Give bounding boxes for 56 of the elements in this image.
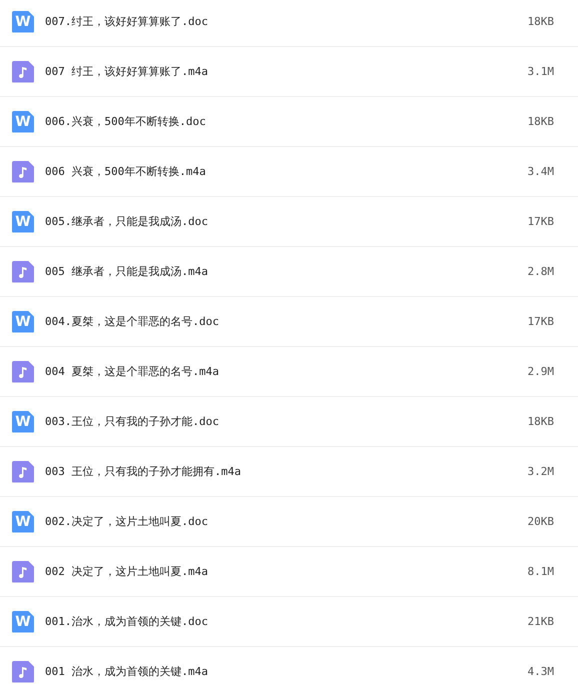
file-size: 2.8M <box>528 265 554 278</box>
file-size: 3.4M <box>528 165 554 178</box>
file-size: 21KB <box>528 615 554 628</box>
music-file-icon <box>12 60 34 82</box>
file-row[interactable]: W 007.纣王，该好好算算账了.doc 18KB <box>0 0 578 47</box>
file-name: 006 兴衰，500年不断转换.m4a <box>45 164 207 179</box>
word-file-icon: W <box>12 510 34 532</box>
music-file-icon <box>12 460 34 482</box>
file-name: 005 继承者，只能是我成汤.m4a <box>45 264 209 279</box>
file-size: 2.9M <box>528 365 554 378</box>
file-row[interactable]: W 004.夏桀，这是个罪恶的名号.doc 17KB <box>0 297 578 347</box>
music-file-icon <box>12 560 34 582</box>
file-name: 004 夏桀，这是个罪恶的名号.m4a <box>45 364 220 379</box>
file-size: 4.3M <box>528 665 554 678</box>
file-size: 18KB <box>528 115 554 128</box>
music-file-icon <box>12 360 34 382</box>
file-name: 002 决定了，这片土地叫夏.m4a <box>45 564 209 579</box>
file-name: 007.纣王，该好好算算账了.doc <box>45 14 209 29</box>
file-size: 18KB <box>528 415 554 428</box>
file-row[interactable]: 001 治水，成为首领的关键.m4a 4.3M <box>0 647 578 694</box>
file-name: 005.继承者，只能是我成汤.doc <box>45 214 209 229</box>
file-size: 17KB <box>528 215 554 228</box>
music-file-icon <box>12 660 34 682</box>
file-size: 3.1M <box>528 65 554 78</box>
file-name: 003.王位，只有我的子孙才能.doc <box>45 414 220 429</box>
file-name: 001 治水，成为首领的关键.m4a <box>45 664 209 679</box>
file-size: 3.2M <box>528 465 554 478</box>
file-row[interactable]: 007 纣王，该好好算算账了.m4a 3.1M <box>0 47 578 97</box>
file-row[interactable]: W 001.治水，成为首领的关键.doc 21KB <box>0 597 578 647</box>
file-name: 004.夏桀，这是个罪恶的名号.doc <box>45 314 220 329</box>
file-row[interactable]: 002 决定了，这片土地叫夏.m4a 8.1M <box>0 547 578 597</box>
file-size: 18KB <box>528 15 554 28</box>
file-row[interactable]: 004 夏桀，这是个罪恶的名号.m4a 2.9M <box>0 347 578 397</box>
file-row[interactable]: 005 继承者，只能是我成汤.m4a 2.8M <box>0 247 578 297</box>
file-row[interactable]: W 003.王位，只有我的子孙才能.doc 18KB <box>0 397 578 447</box>
music-file-icon <box>12 160 34 182</box>
file-size: 8.1M <box>528 565 554 578</box>
file-row[interactable]: W 002.决定了，这片土地叫夏.doc 20KB <box>0 497 578 547</box>
file-name: 002.决定了，这片土地叫夏.doc <box>45 514 209 529</box>
file-size: 20KB <box>528 515 554 528</box>
file-name: 006.兴衰，500年不断转换.doc <box>45 114 207 129</box>
word-file-icon: W <box>12 610 34 632</box>
music-file-icon <box>12 260 34 282</box>
file-row[interactable]: W 006.兴衰，500年不断转换.doc 18KB <box>0 97 578 147</box>
word-file-icon: W <box>12 10 34 32</box>
word-file-icon: W <box>12 310 34 332</box>
file-row[interactable]: W 005.继承者，只能是我成汤.doc 17KB <box>0 197 578 247</box>
word-file-icon: W <box>12 210 34 232</box>
file-name: 001.治水，成为首领的关键.doc <box>45 614 209 629</box>
word-file-icon: W <box>12 410 34 432</box>
file-size: 17KB <box>528 315 554 328</box>
file-row[interactable]: 006 兴衰，500年不断转换.m4a 3.4M <box>0 147 578 197</box>
word-file-icon: W <box>12 110 34 132</box>
file-row[interactable]: 003 王位，只有我的子孙才能拥有.m4a 3.2M <box>0 447 578 497</box>
file-name: 007 纣王，该好好算算账了.m4a <box>45 64 209 79</box>
file-name: 003 王位，只有我的子孙才能拥有.m4a <box>45 464 242 479</box>
